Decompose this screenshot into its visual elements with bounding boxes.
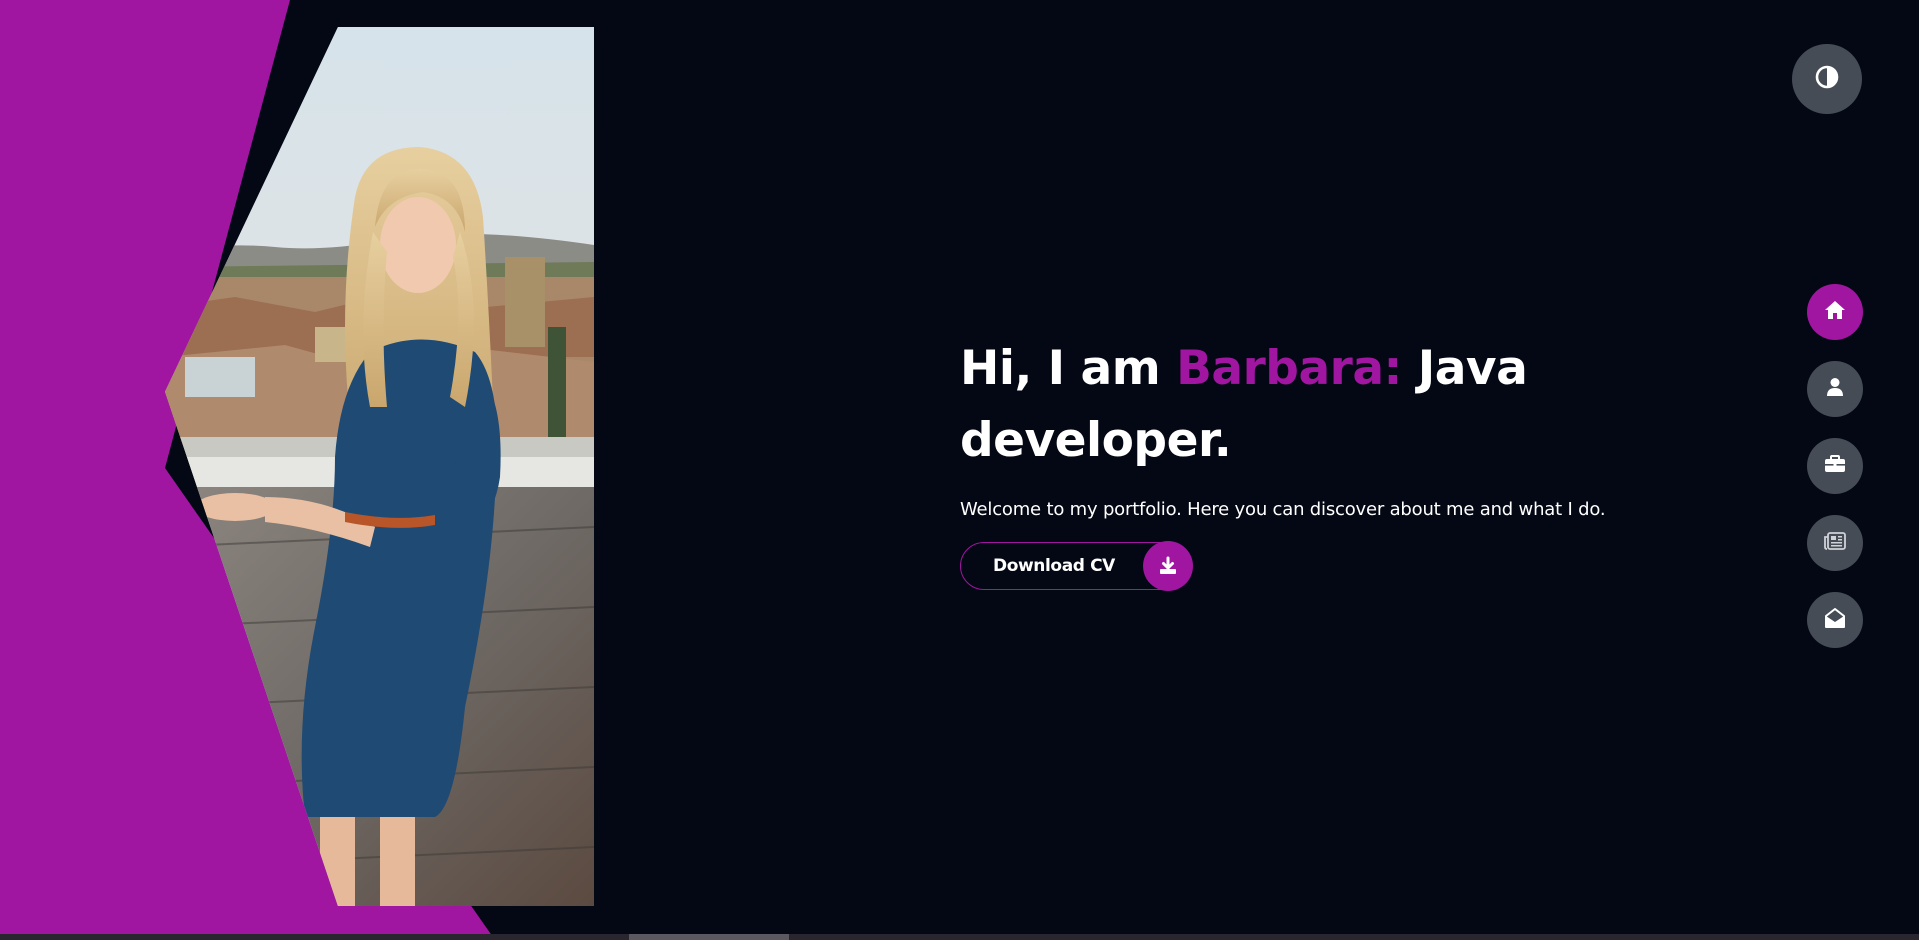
hero-title: Hi, I am Barbara: Java developer. xyxy=(960,333,1680,477)
side-navigation xyxy=(1807,284,1863,669)
nav-blog-button[interactable] xyxy=(1807,515,1863,571)
briefcase-icon xyxy=(1824,454,1846,478)
horizontal-scrollbar[interactable] xyxy=(0,934,1919,940)
home-icon xyxy=(1824,300,1846,325)
contrast-icon xyxy=(1815,65,1839,94)
download-cv-label: Download CV xyxy=(993,556,1115,576)
nav-portfolio-button[interactable] xyxy=(1807,438,1863,494)
hero-subtitle: Welcome to my portfolio. Here you can di… xyxy=(960,499,1606,520)
nav-contact-button[interactable] xyxy=(1807,592,1863,648)
scrollbar-thumb[interactable] xyxy=(629,934,789,940)
hero-title-prefix: Hi, I am xyxy=(960,341,1177,396)
hero-section: Hi, I am Barbara: Java developer. Welcom… xyxy=(960,333,1680,591)
theme-toggle-button[interactable] xyxy=(1792,44,1862,114)
hero-title-name: Barbara: xyxy=(1176,341,1402,396)
nav-home-button[interactable] xyxy=(1807,284,1863,340)
newspaper-icon xyxy=(1824,531,1846,555)
nav-about-button[interactable] xyxy=(1807,361,1863,417)
envelope-open-icon xyxy=(1825,607,1845,633)
download-icon xyxy=(1143,541,1193,591)
download-cv-button[interactable]: Download CV xyxy=(960,541,1193,591)
portfolio-page: Hi, I am Barbara: Java developer. Welcom… xyxy=(0,0,1919,940)
user-icon xyxy=(1826,377,1844,402)
